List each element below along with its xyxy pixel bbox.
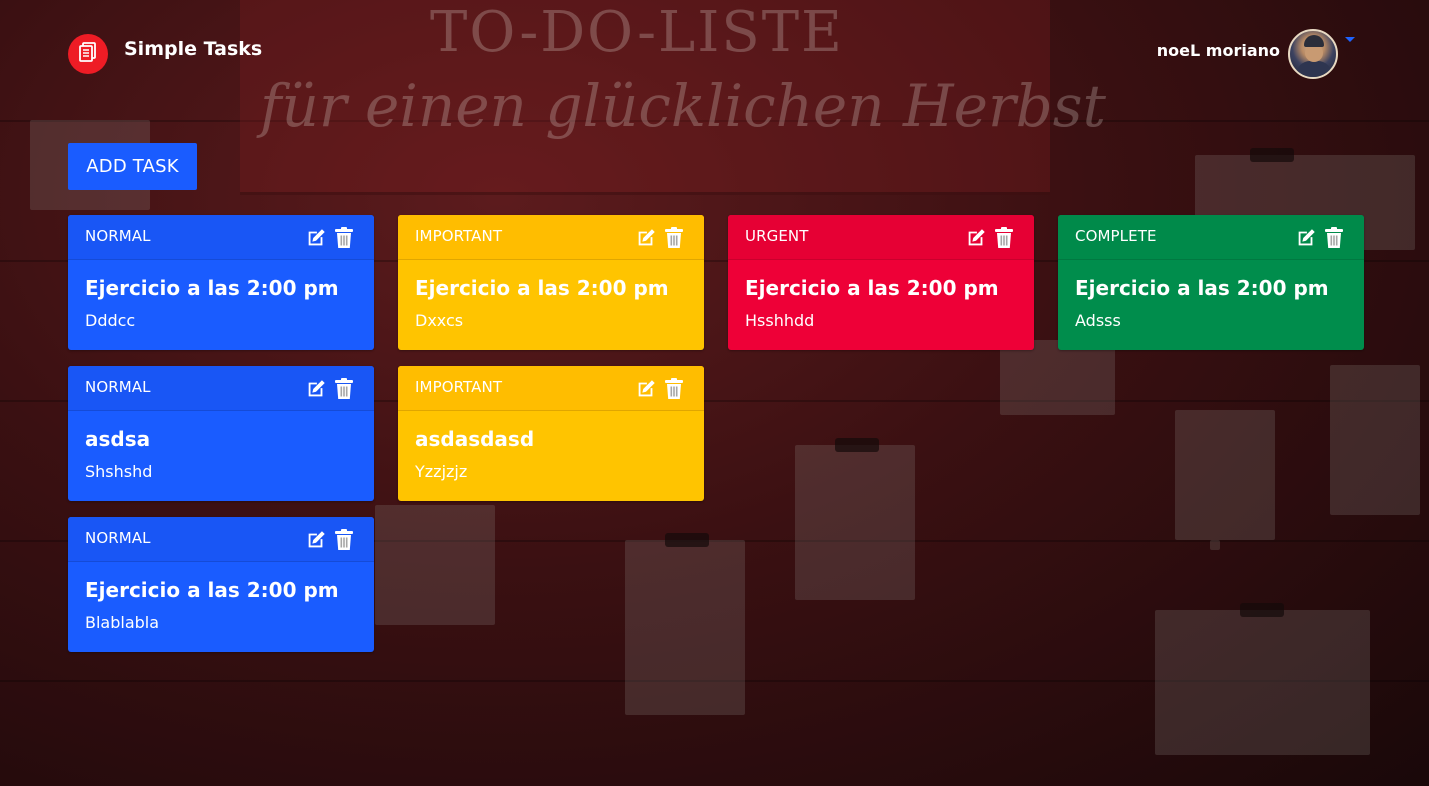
edit-icon[interactable] <box>304 377 328 401</box>
task-card-header: NORMAL <box>68 215 374 260</box>
task-description: Blablabla <box>85 613 160 632</box>
edit-icon[interactable] <box>634 377 658 401</box>
task-card-header: IMPORTANT <box>398 215 704 260</box>
delete-icon[interactable] <box>332 226 356 250</box>
user-name[interactable]: noeL moriano <box>1157 41 1280 60</box>
task-status-label: IMPORTANT <box>415 227 503 245</box>
task-card-header: IMPORTANT <box>398 366 704 411</box>
task-card[interactable]: URGENT Ejercicio a las 2:00 pm Hsshhdd <box>728 215 1034 350</box>
task-card[interactable]: IMPORTANT Ejercicio a las 2:00 pm Dxxcs <box>398 215 704 350</box>
task-status-label: URGENT <box>745 227 809 245</box>
task-title: asdasdasd <box>415 427 535 451</box>
delete-icon[interactable] <box>662 226 686 250</box>
app-brand[interactable]: Simple Tasks <box>124 38 262 60</box>
task-title: asdsa <box>85 427 151 451</box>
task-status-label: NORMAL <box>85 227 151 245</box>
task-status-label: NORMAL <box>85 529 151 547</box>
add-task-button[interactable]: ADD TASK <box>68 143 197 190</box>
task-card-header: NORMAL <box>68 517 374 562</box>
edit-icon[interactable] <box>634 226 658 250</box>
user-menu-caret-icon[interactable] <box>1345 37 1355 42</box>
task-card[interactable]: NORMAL asdsa Shshshd <box>68 366 374 501</box>
task-title: Ejercicio a las 2:00 pm <box>1075 276 1329 300</box>
delete-icon[interactable] <box>1322 226 1346 250</box>
task-description: Shshshd <box>85 462 153 481</box>
app-header: Simple Tasks noeL moriano <box>0 0 1429 100</box>
task-status-label: COMPLETE <box>1075 227 1157 245</box>
delete-icon[interactable] <box>332 377 356 401</box>
task-card[interactable]: IMPORTANT asdasdasd Yzzjzjz <box>398 366 704 501</box>
task-list-icon <box>77 41 99 67</box>
edit-icon[interactable] <box>1294 226 1318 250</box>
edit-icon[interactable] <box>304 528 328 552</box>
task-card-header: COMPLETE <box>1058 215 1364 260</box>
task-card[interactable]: COMPLETE Ejercicio a las 2:00 pm Adsss <box>1058 215 1364 350</box>
edit-icon[interactable] <box>304 226 328 250</box>
task-description: Dxxcs <box>415 311 464 330</box>
task-title: Ejercicio a las 2:00 pm <box>745 276 999 300</box>
edit-icon[interactable] <box>964 226 988 250</box>
task-description: Hsshhdd <box>745 311 815 330</box>
task-card-header: NORMAL <box>68 366 374 411</box>
task-status-label: NORMAL <box>85 378 151 396</box>
delete-icon[interactable] <box>992 226 1016 250</box>
avatar[interactable] <box>1288 29 1338 79</box>
task-card-header: URGENT <box>728 215 1034 260</box>
task-title: Ejercicio a las 2:00 pm <box>85 276 339 300</box>
task-description: Adsss <box>1075 311 1121 330</box>
task-card[interactable]: NORMAL Ejercicio a las 2:00 pm Blablabla <box>68 517 374 652</box>
delete-icon[interactable] <box>662 377 686 401</box>
app-logo[interactable] <box>68 34 108 74</box>
task-title: Ejercicio a las 2:00 pm <box>415 276 669 300</box>
task-description: Dddcc <box>85 311 136 330</box>
task-description: Yzzjzjz <box>415 462 468 481</box>
delete-icon[interactable] <box>332 528 356 552</box>
task-card[interactable]: NORMAL Ejercicio a las 2:00 pm Dddcc <box>68 215 374 350</box>
task-status-label: IMPORTANT <box>415 378 503 396</box>
task-title: Ejercicio a las 2:00 pm <box>85 578 339 602</box>
